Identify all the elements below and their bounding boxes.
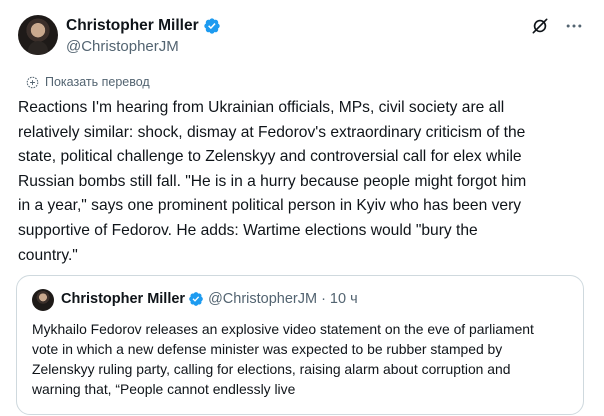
- quoted-author-avatar: [32, 289, 54, 311]
- quoted-author-display-name: Christopher Miller: [61, 291, 186, 307]
- quoted-timestamp: 10 ч: [329, 291, 358, 307]
- quoted-tweet[interactable]: Christopher Miller @ChristopherJM · 10 ч…: [16, 275, 584, 415]
- tweet-body-text: Reactions I'm hearing from Ukrainian off…: [18, 99, 527, 264]
- quoted-tweet-text: Mykhailo Fedorov releases an explosive v…: [32, 321, 534, 398]
- tweet: Christopher Miller @ChristopherJM Показа…: [0, 0, 604, 416]
- author-avatar[interactable]: [18, 15, 58, 55]
- show-translation-link[interactable]: Показать перевод: [26, 74, 150, 90]
- verified-badge-icon: [189, 292, 203, 306]
- quoted-author-handle: @ChristopherJM: [208, 291, 318, 307]
- quoted-separator: ·: [321, 291, 326, 307]
- author-handle[interactable]: @ChristopherJM: [66, 37, 221, 57]
- author-display-name[interactable]: Christopher Miller: [66, 16, 199, 36]
- name-row: Christopher Miller: [66, 16, 221, 36]
- more-icon[interactable]: [564, 16, 584, 36]
- verified-badge-icon: [203, 18, 220, 34]
- show-translation-label: Показать перевод: [45, 75, 150, 89]
- grok-icon[interactable]: [530, 16, 550, 36]
- quoted-tweet-header: Christopher Miller @ChristopherJM · 10 ч: [61, 290, 358, 308]
- author-block: Christopher Miller @ChristopherJM: [66, 16, 221, 57]
- globe-icon: [26, 76, 39, 88]
- top-actions: [530, 16, 584, 36]
